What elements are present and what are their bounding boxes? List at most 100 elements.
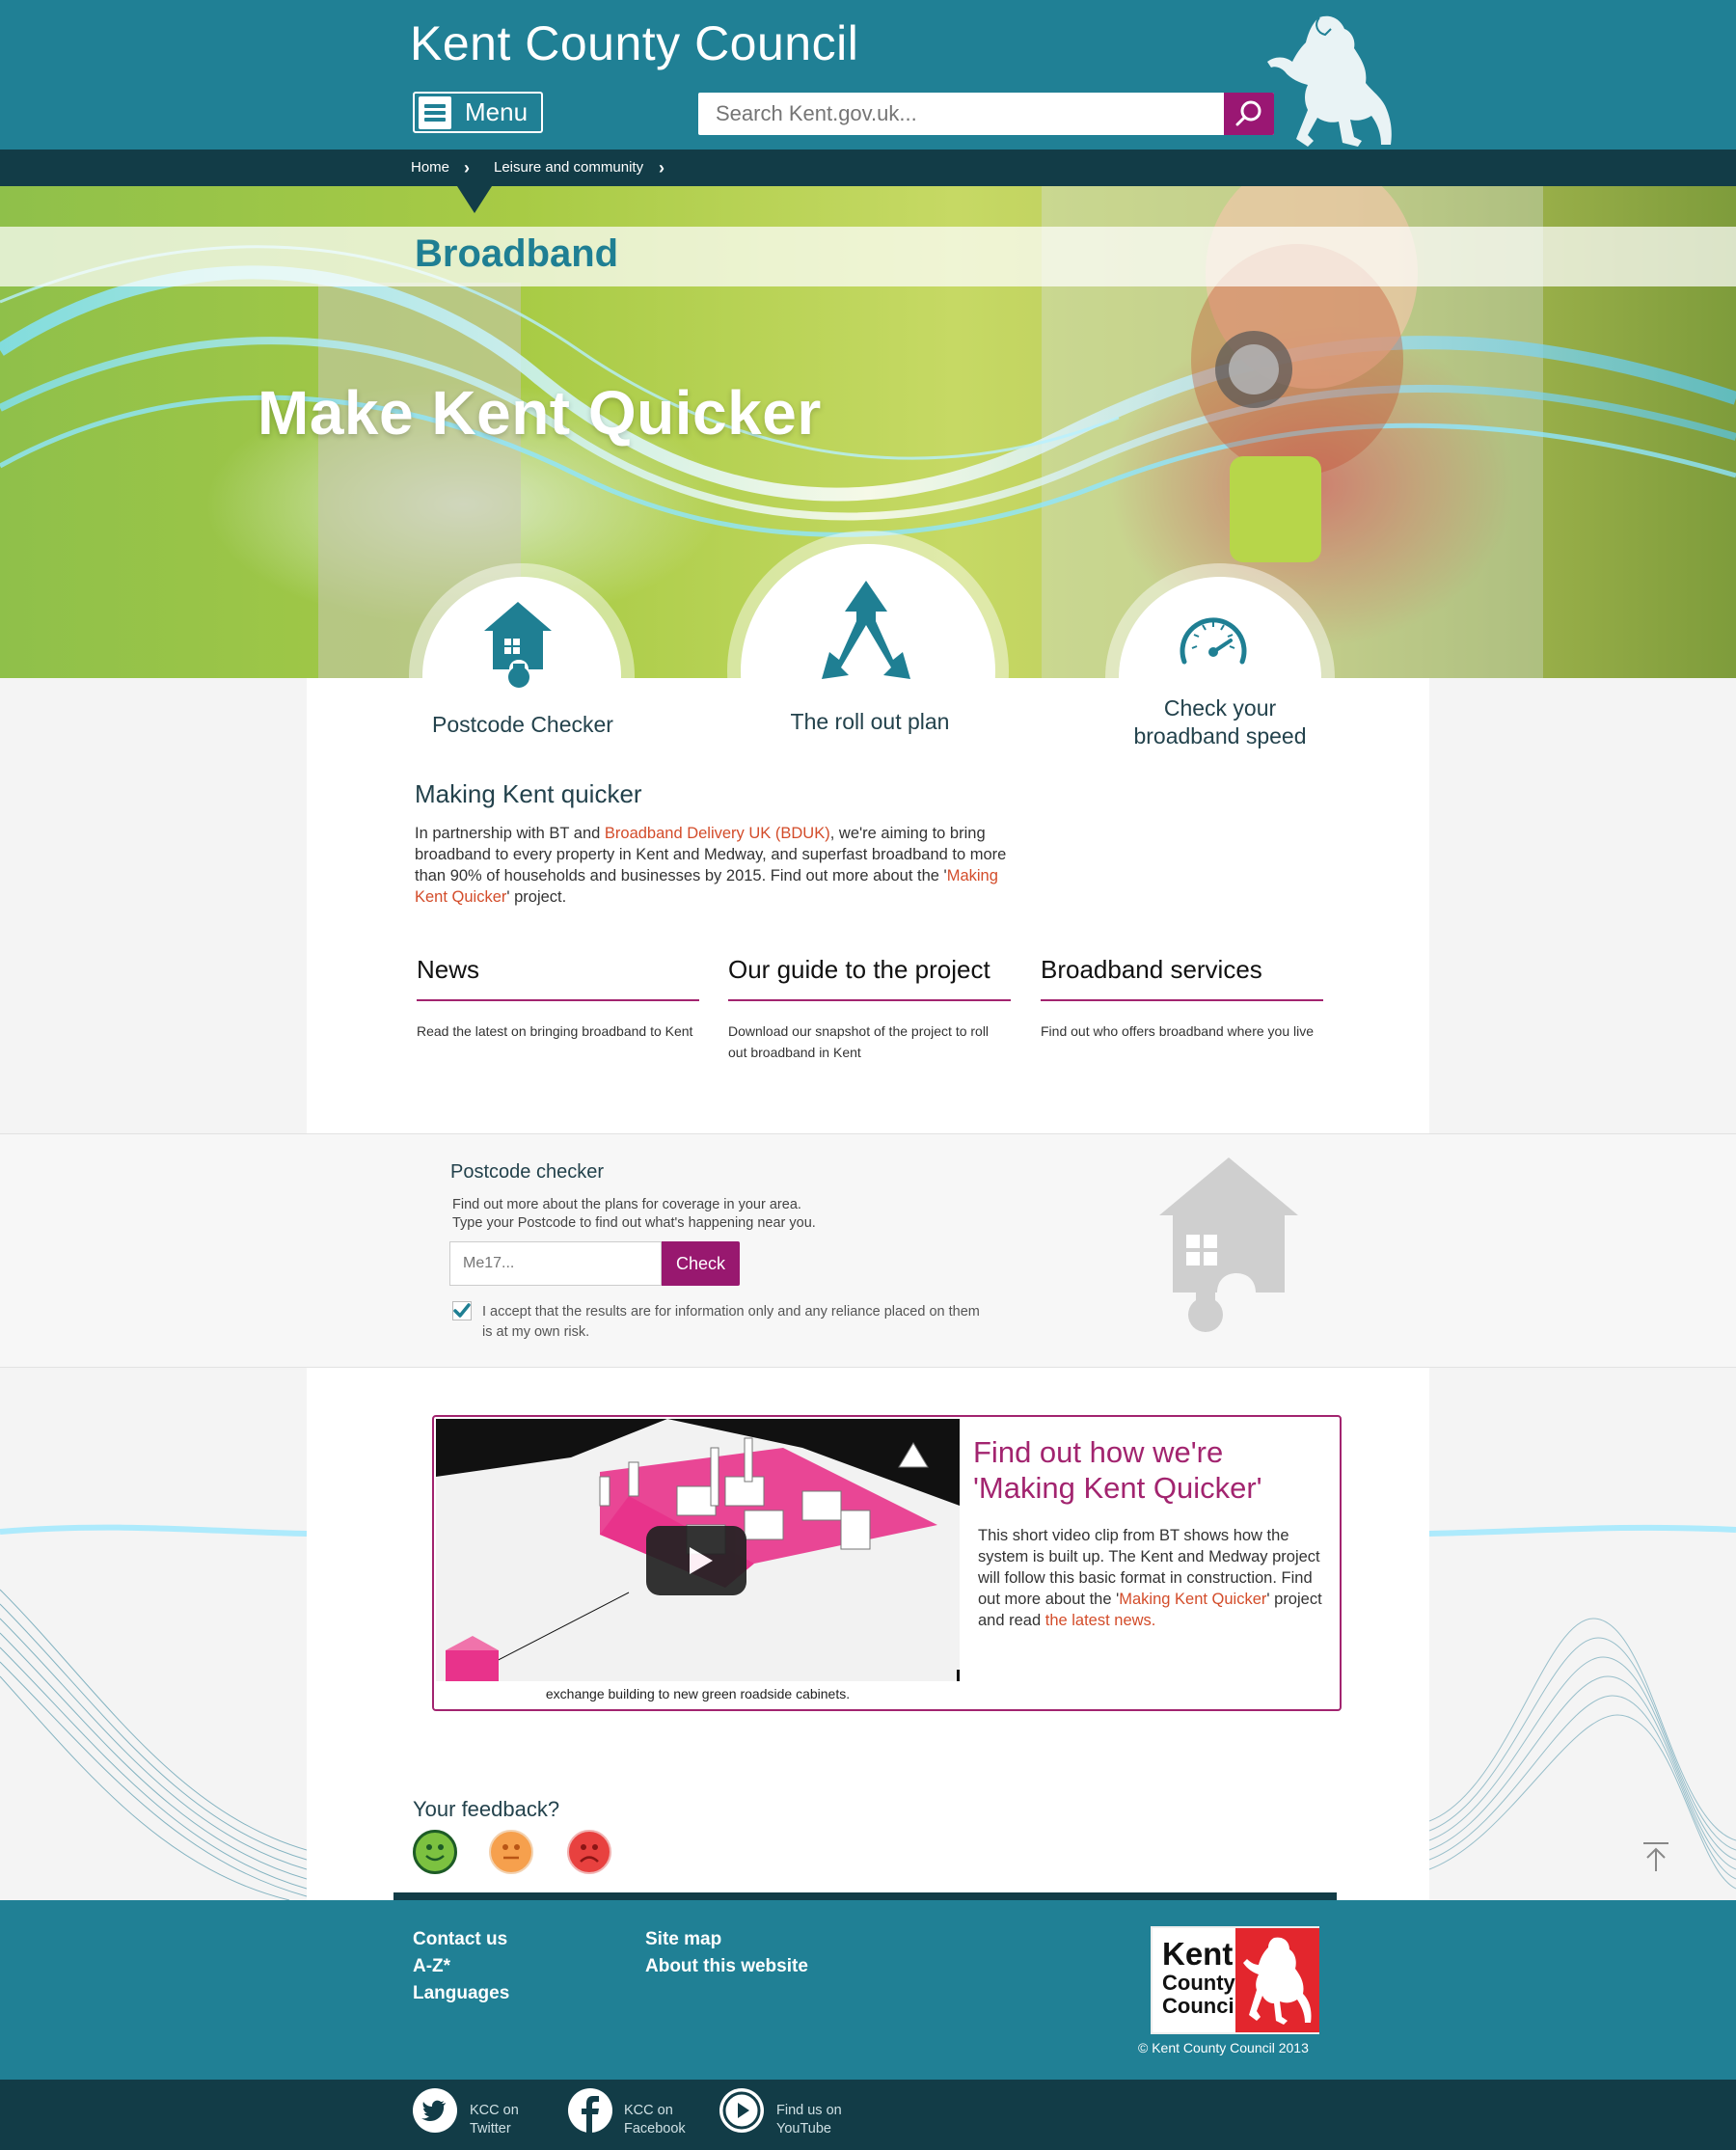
youtube-label[interactable]: Find us on YouTube [776,2102,842,2138]
twitter-icon [421,2100,446,2121]
breadcrumb-leisure[interactable]: Leisure and community [494,159,643,176]
social-label-line: KCC on [470,2103,519,2118]
checkmark-icon [453,1303,471,1318]
footer-languages-link[interactable]: Languages [413,1983,509,2004]
footer-sitemap-link[interactable]: Site map [645,1929,721,1950]
happy-face-icon [425,1844,445,1862]
house-puzzle-icon [1159,1157,1298,1332]
kcc-footer-logo: Kent County Council [1151,1926,1319,2034]
search-input[interactable] [698,93,1224,135]
guide-description-line: out broadband in Kent [728,1045,861,1060]
check-speed-link[interactable]: Check your broadband speed [1109,694,1331,750]
latest-news-link[interactable]: the latest news. [1045,1612,1156,1629]
making-kent-quicker-link[interactable]: Making Kent Quicker [1119,1591,1266,1608]
breadcrumb-pointer [457,186,492,213]
intro-text: In partnership with BT and Broadband Del… [415,823,1013,908]
speedometer-icon [1180,617,1247,665]
logo-word: Council [1162,1994,1240,2018]
facebook-button[interactable] [568,2088,612,2133]
postcode-input[interactable] [449,1241,662,1286]
intro-title: Making Kent quicker [415,779,642,808]
breadcrumb: Home › Leisure and community › [0,150,1736,186]
feedback-sad-button[interactable] [567,1830,611,1874]
footer-about-link[interactable]: About this website [645,1956,808,1977]
check-button[interactable]: Check [662,1241,740,1286]
kent-horse-logo [1267,15,1392,148]
site-header: Kent County Council Menu [0,0,1736,150]
divider [728,999,1011,1001]
feedback-title: Your feedback? [413,1797,560,1821]
postcode-checker-link[interactable]: Postcode Checker [424,711,621,739]
guide-description: Download our snapshot of the project to … [728,1021,989,1063]
news-heading-link[interactable]: News [417,955,479,985]
consent-line: is at my own risk. [482,1324,590,1340]
postcode-text-line: Find out more about the plans for covera… [452,1197,801,1212]
arrows-split-icon [822,581,910,679]
check-speed-line1: Check your [1163,695,1277,721]
postcode-text-line: Type your Postcode to find out what's ha… [452,1215,816,1231]
house-puzzle-icon [484,602,552,688]
hero-heading: Make Kent Quicker [258,378,822,448]
guide-description-line: Download our snapshot of the project to … [728,1023,990,1039]
consent-text: I accept that the results are for inform… [482,1302,1022,1343]
divider [417,999,699,1001]
white-horse-icon [1243,1937,1312,2025]
twitter-button[interactable] [413,2088,457,2133]
social-label-line: YouTube [776,2121,831,2136]
video-card: exchange building to new green roadside … [432,1415,1342,1711]
social-label-line: Facebook [624,2121,686,2136]
video-title: Find out how we're 'Making Kent Quicker' [973,1435,1262,1505]
video-description: This short video clip from BT shows how … [978,1525,1337,1631]
copyright-text: © Kent County Council 2013 [1138,2040,1309,2055]
consent-line: I accept that the results are for inform… [482,1304,980,1320]
footer-divider [393,1892,1337,1900]
facebook-icon [582,2096,599,2133]
menu-button[interactable]: Menu [413,92,543,133]
intro-text-part: ' project. [506,888,567,906]
back-to-top-icon[interactable] [1640,1840,1672,1873]
social-label-line: Find us on [776,2103,842,2118]
twitter-label[interactable]: KCC on Twitter [470,2102,519,2138]
feedback-neutral-button[interactable] [489,1830,533,1874]
social-bar [0,2080,1736,2150]
section-title: Broadband [415,232,619,275]
play-button[interactable] [646,1526,746,1595]
guide-heading-link[interactable]: Our guide to the project [728,955,990,985]
sad-face-icon [580,1844,599,1863]
play-icon [690,1547,713,1574]
youtube-button[interactable] [719,2088,764,2133]
intro-text-part: In partnership with BT and [415,825,605,842]
news-description: Read the latest on bringing broadband to… [417,1023,693,1039]
social-label-line: KCC on [624,2103,673,2118]
background-waves-left [0,1524,307,1900]
logo-red-panel [1235,1928,1319,2032]
hamburger-icon [419,95,451,129]
background-waves-right [1429,1524,1736,1890]
search-bar [698,93,1274,135]
breadcrumb-home[interactable]: Home [411,159,449,176]
bduk-link[interactable]: Broadband Delivery UK (BDUK) [605,825,830,842]
video-caption: exchange building to new green roadside … [436,1681,960,1706]
chevron-right-icon: › [659,158,665,177]
footer-contact-link[interactable]: Contact us [413,1929,507,1950]
consent-checkbox[interactable] [452,1301,472,1320]
footer-a-z-link[interactable]: A-Z* [413,1956,450,1977]
divider [1041,999,1323,1001]
facebook-label[interactable]: KCC on Facebook [624,2102,686,2138]
menu-label: Menu [465,97,529,126]
postcode-checker-title: Postcode checker [450,1161,604,1183]
chevron-right-icon: › [464,158,470,177]
services-heading-link[interactable]: Broadband services [1041,955,1262,985]
roll-out-plan-link[interactable]: The roll out plan [743,708,997,736]
video-player[interactable]: exchange building to new green roadside … [436,1419,960,1706]
feedback-happy-button[interactable] [413,1830,457,1874]
site-footer [0,1900,1736,2080]
site-title[interactable]: Kent County Council [410,15,858,71]
neutral-face-icon [502,1844,520,1860]
postcode-checker-text: Find out more about the plans for covera… [452,1196,816,1233]
check-speed-line2: broadband speed [1133,723,1307,748]
section-title-band [0,227,1736,286]
logo-word: Kent [1162,1936,1234,1972]
social-label-line: Twitter [470,2121,511,2136]
logo-word: County [1162,1971,1235,1995]
